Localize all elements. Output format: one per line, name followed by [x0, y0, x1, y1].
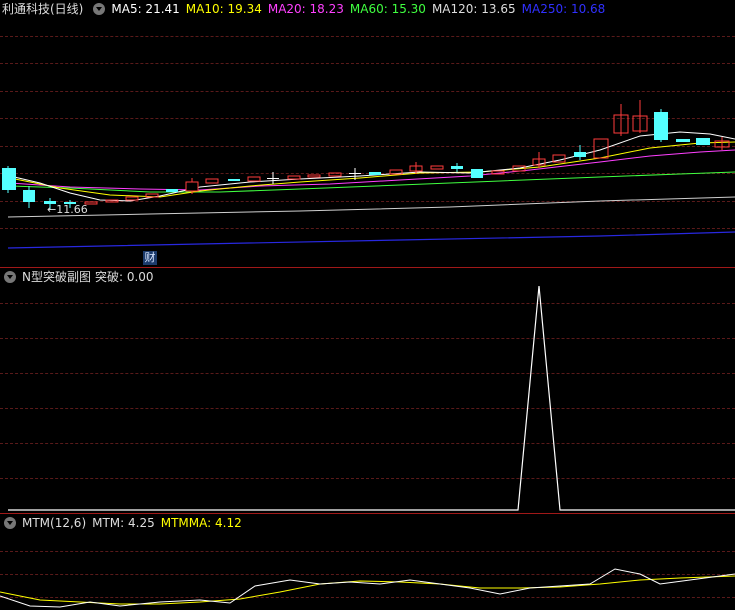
candle [166, 189, 178, 192]
low-price-marker: ←11.66 [47, 203, 88, 216]
breakout-indicator-panel[interactable]: N型突破副图 突破: 0.00 [0, 268, 735, 513]
ma20-line [9, 149, 735, 191]
mtmma-value: MTMMA: 4.12 [160, 516, 242, 530]
main-chart-header: 利通科技(日线) MA5: 21.41 MA10: 19.34 MA20: 18.23… [0, 0, 611, 18]
mtm-header: MTM(12,6) MTM: 4.25 MTMMA: 4.12 [0, 514, 248, 532]
collapse-circle-icon[interactable] [4, 271, 16, 283]
candle [125, 196, 139, 201]
breakout-value: 突破: 0.00 [94, 270, 154, 284]
mtm-value: MTM: 4.25 [92, 516, 155, 530]
finance-badge[interactable]: 财 [143, 251, 157, 265]
candle [593, 138, 609, 159]
breakout-line [8, 285, 735, 511]
collapse-circle-icon[interactable] [93, 3, 106, 15]
candlestick-chart [2, 100, 735, 249]
ma120-label: MA120: 13.65 [431, 2, 516, 16]
breakout-header: N型突破副图 突破: 0.00 [0, 268, 160, 286]
candle [574, 152, 586, 157]
breakout-title: N型突破副图 [22, 270, 91, 284]
candle [430, 165, 444, 170]
candle [145, 193, 159, 198]
mtm-line [0, 568, 735, 608]
candle [287, 175, 301, 180]
ma250-label: MA250: 10.68 [521, 2, 606, 16]
candle [267, 178, 279, 179]
breakout-signal-chart [8, 285, 735, 511]
ma5-label: MA5: 21.41 [111, 2, 180, 16]
candle [228, 179, 240, 181]
candle [369, 172, 381, 175]
candle [451, 166, 463, 169]
candle [205, 178, 219, 184]
ma10-label: MA10: 19.34 [185, 2, 262, 16]
collapse-circle-icon[interactable] [4, 517, 16, 529]
candle [349, 173, 361, 174]
candles [2, 100, 730, 210]
main-chart-panel[interactable]: 利通科技(日线) MA5: 21.41 MA10: 19.34 MA20: 18.23… [0, 0, 735, 267]
candle [696, 138, 710, 145]
candle [307, 174, 321, 178]
candle [247, 176, 261, 182]
mtm-title: MTM(12,6) [22, 516, 87, 530]
ma20-label: MA20: 18.23 [267, 2, 344, 16]
ma250-line [7, 231, 735, 249]
candle [23, 190, 35, 202]
mtmma-line [0, 575, 735, 605]
candle [328, 172, 342, 177]
ma60-label: MA60: 15.30 [349, 2, 426, 16]
candle [2, 168, 16, 190]
candle [471, 169, 483, 178]
stock-title: 利通科技(日线) [2, 2, 84, 16]
candle [185, 181, 199, 192]
mtm-indicator-panel[interactable]: MTM(12,6) MTM: 4.25 MTMMA: 4.12 [0, 514, 735, 610]
candle [654, 112, 668, 140]
candle [676, 139, 690, 142]
